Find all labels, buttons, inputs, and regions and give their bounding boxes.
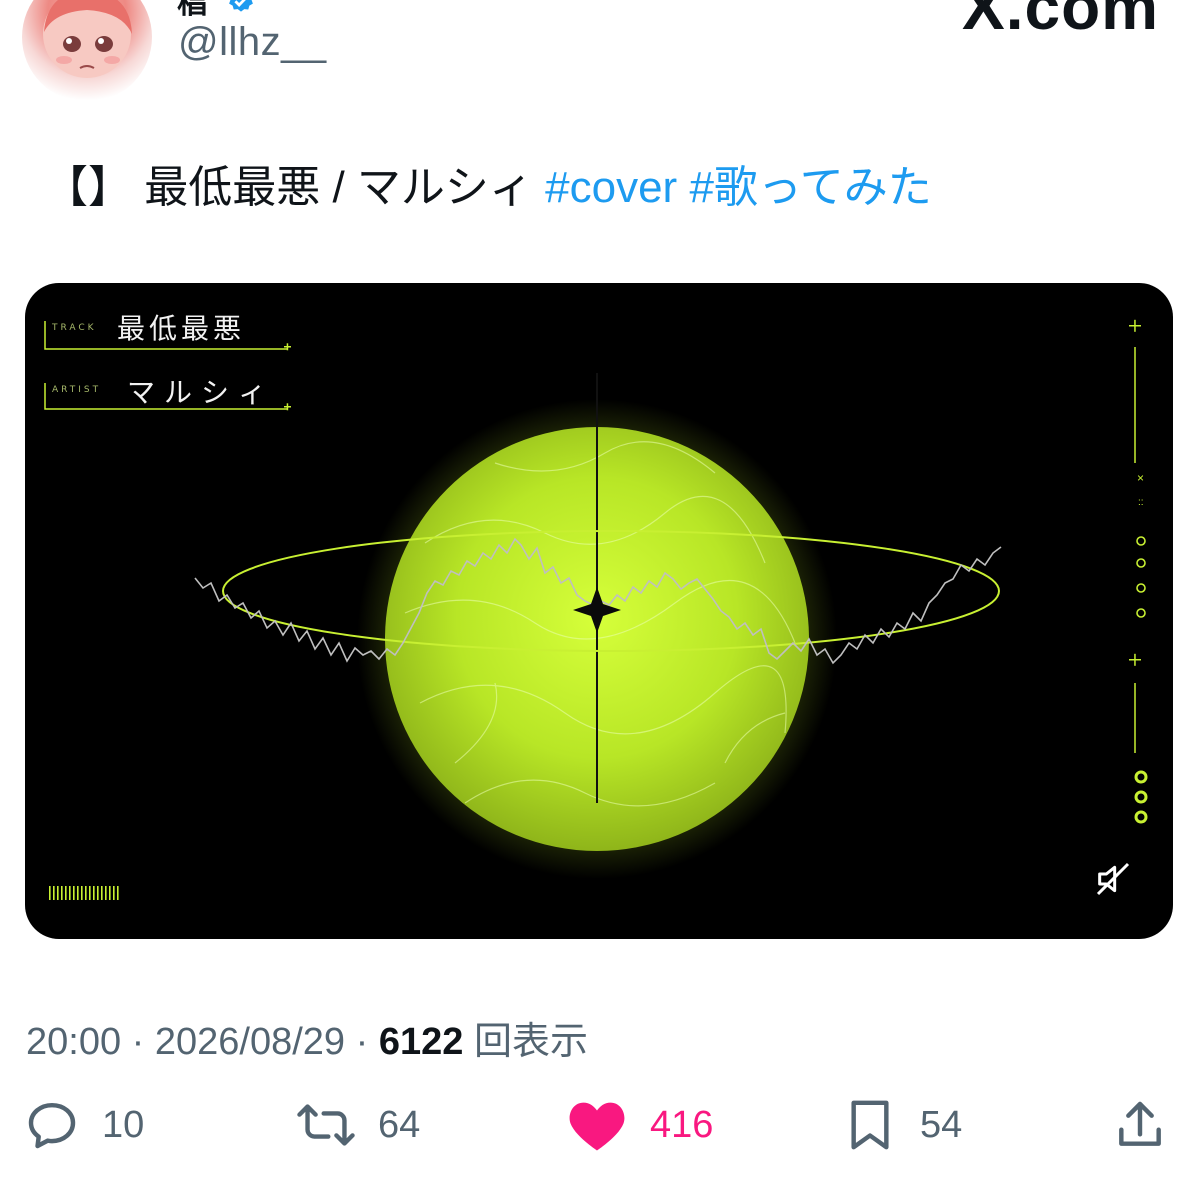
share-button[interactable] bbox=[1112, 1095, 1168, 1155]
reply-count: 10 bbox=[102, 1103, 145, 1146]
bookmark-count: 54 bbox=[920, 1103, 963, 1146]
tweet-meta: 20:00 · 2026/08/29 · 6122 回表示 bbox=[26, 1010, 588, 1065]
share-icon bbox=[1119, 1101, 1161, 1146]
bracket-plus-marks bbox=[284, 343, 291, 411]
hud-close-glyph: × bbox=[1137, 471, 1145, 485]
display-name[interactable]: 椙 bbox=[177, 0, 207, 22]
track-title: 最低最悪 bbox=[117, 312, 246, 345]
video-player[interactable]: TRACK 最低最悪 ARTIST マルシィ × :: bbox=[25, 283, 1173, 939]
artist-name: マルシィ bbox=[127, 376, 276, 409]
right-hud-dots bbox=[1134, 770, 1148, 824]
tweet-time[interactable]: 20:00 bbox=[26, 1021, 121, 1063]
repost-count: 64 bbox=[378, 1103, 421, 1146]
track-label: TRACK bbox=[52, 323, 97, 333]
reply-button[interactable]: 10 bbox=[24, 1095, 144, 1155]
meta-separator-2: · bbox=[345, 1021, 379, 1063]
tweet-body: 【】 最低最悪 / マルシィ bbox=[44, 163, 546, 212]
right-hud-circles bbox=[1136, 536, 1146, 618]
mute-icon[interactable] bbox=[1093, 859, 1133, 899]
repost-button[interactable]: 64 bbox=[296, 1095, 420, 1155]
heart-icon bbox=[569, 1102, 625, 1151]
view-count: 6122 bbox=[378, 1021, 464, 1063]
reply-icon bbox=[28, 1102, 76, 1149]
hashtag-utattemita[interactable]: #歌ってみた bbox=[689, 163, 931, 212]
like-count: 416 bbox=[650, 1103, 714, 1146]
avatar[interactable] bbox=[22, 0, 152, 102]
verified-badge-icon bbox=[229, 0, 253, 12]
repost-icon bbox=[297, 1104, 355, 1146]
bookmark-button[interactable]: 54 bbox=[842, 1095, 962, 1155]
like-button[interactable]: 416 bbox=[566, 1095, 713, 1155]
avatar-illustration bbox=[43, 0, 132, 78]
hashtag-cover[interactable]: #cover bbox=[545, 163, 677, 212]
hud-colon-glyph: :: bbox=[1138, 497, 1144, 508]
user-handle[interactable]: @llhz__ bbox=[178, 20, 327, 65]
artist-label: ARTIST bbox=[52, 385, 102, 395]
site-logo: X.com bbox=[962, 0, 1160, 43]
tweet-date[interactable]: 2026/08/29 bbox=[155, 1021, 345, 1063]
level-meter bbox=[49, 886, 119, 900]
views-label: 回表示 bbox=[473, 1021, 588, 1063]
bookmark-icon bbox=[851, 1100, 889, 1150]
tweet-text: 【】 最低最悪 / マルシィ #cover #歌ってみた bbox=[44, 160, 932, 216]
meta-separator: · bbox=[121, 1021, 155, 1063]
